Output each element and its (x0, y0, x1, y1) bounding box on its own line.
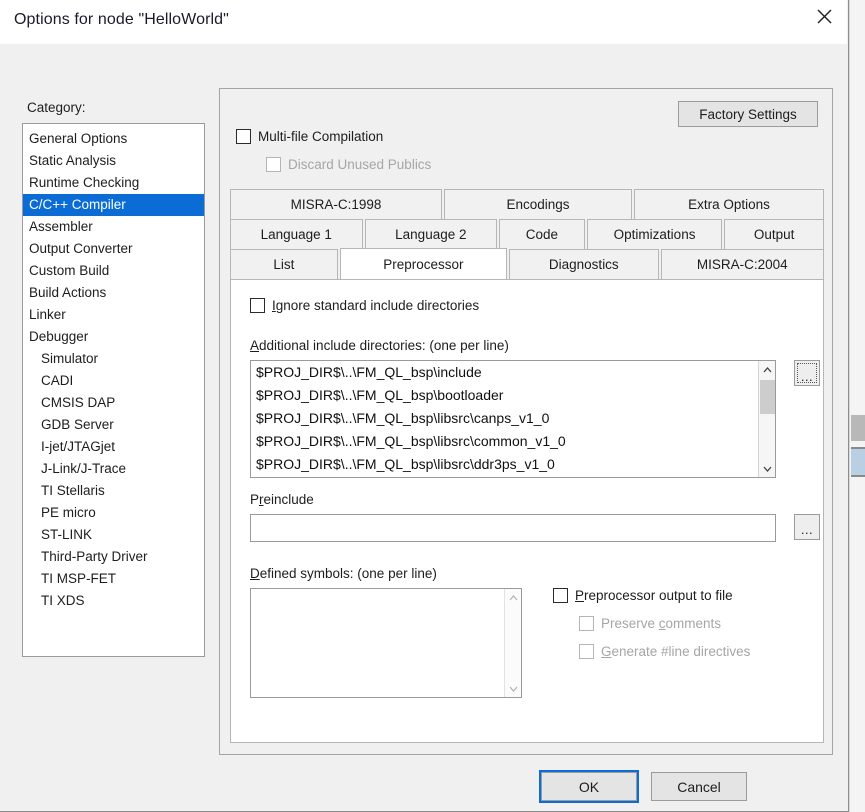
preinclude-label: Preinclude (250, 492, 314, 507)
multi-file-compilation-checkbox[interactable] (236, 129, 251, 144)
generate-line-directives-row: Generate #line directives (579, 644, 750, 659)
tab-encodings[interactable]: Encodings (444, 189, 632, 219)
sidebar-item-pe-micro[interactable]: PE micro (23, 502, 204, 524)
discard-unused-publics-checkbox (266, 157, 281, 172)
tab-language-1[interactable]: Language 1 (230, 219, 363, 249)
preserve-comments-checkbox (579, 616, 594, 631)
preprocessor-output-to-file-row[interactable]: Preprocessor output to file (553, 588, 733, 603)
sidebar-item-ti-stellaris[interactable]: TI Stellaris (23, 480, 204, 502)
include-list-scrollbar[interactable] (758, 361, 775, 477)
sidebar-item-runtime-checking[interactable]: Runtime Checking (23, 172, 204, 194)
additional-include-directories-label: Additional include directories: (one per… (250, 338, 509, 353)
sidebar-item-st-link[interactable]: ST-LINK (23, 524, 204, 546)
sidebar-item-assembler[interactable]: Assembler (23, 216, 204, 238)
background-scrollbar-highlight[interactable] (851, 447, 865, 477)
multi-file-compilation-label: Multi-file Compilation (258, 129, 384, 144)
preinclude-field-wrapper[interactable] (250, 514, 776, 542)
sidebar-item-custom-build[interactable]: Custom Build (23, 260, 204, 282)
additional-include-directories-listbox[interactable]: $PROJ_DIR$\..\FM_QL_bsp\include $PROJ_DIR… (250, 360, 776, 478)
defined-symbols-scrollbar[interactable] (504, 589, 521, 697)
sidebar-item-third-party-driver[interactable]: Third-Party Driver (23, 546, 204, 568)
sidebar-item-gdb-server[interactable]: GDB Server (23, 414, 204, 436)
browse-include-directories-button[interactable]: ... (794, 360, 820, 386)
generate-line-directives-checkbox (579, 644, 594, 659)
sidebar-item-static-analysis[interactable]: Static Analysis (23, 150, 204, 172)
tab-row-2: Language 1 Language 2 Code Optimizations Out… (230, 219, 824, 249)
include-list-scrollbar-thumb[interactable] (760, 380, 775, 414)
preprocessor-output-to-file-label: Preprocessor output to file (575, 588, 733, 603)
browse-focus-rect: ... (797, 363, 817, 383)
factory-settings-button[interactable]: Factory Settings (678, 101, 818, 127)
category-label: Category: (27, 100, 86, 115)
tab-misra-c-2004[interactable]: MISRA-C:2004 (660, 249, 824, 279)
ok-button[interactable]: OK (539, 770, 639, 803)
defined-symbols-label: Defined symbols: (one per line) (250, 566, 437, 581)
cancel-button[interactable]: Cancel (651, 772, 747, 801)
preserve-comments-label: Preserve comments (601, 616, 722, 631)
ignore-standard-includes-checkbox[interactable] (250, 298, 265, 313)
sidebar-item-output-converter[interactable]: Output Converter (23, 238, 204, 260)
sidebar-item-ti-xds[interactable]: TI XDS (23, 590, 204, 612)
category-listbox[interactable]: General Options Static Analysis Runtime Ch… (22, 123, 205, 657)
browse-preinclude-button[interactable]: ... (794, 514, 820, 540)
ignore-standard-includes-clip: Ignore standard include directories (250, 298, 522, 318)
sidebar-item-i-jet-jtagjet[interactable]: I-jet/JTAGjet (23, 436, 204, 458)
tab-misra-c-1998[interactable]: MISRA-C:1998 (230, 189, 442, 219)
options-dialog: Options for node "HelloWorld" Category: … (0, 0, 849, 812)
close-button[interactable] (801, 0, 847, 32)
chevron-down-icon[interactable] (759, 460, 775, 477)
include-directories-lines: $PROJ_DIR$\..\FM_QL_bsp\include $PROJ_DIR… (251, 361, 775, 476)
sidebar-item-simulator[interactable]: Simulator (23, 348, 204, 370)
chevron-up-icon[interactable] (505, 589, 521, 606)
tab-row-3: List Preprocessor Diagnostics MISRA-C:2004 (230, 248, 824, 279)
chevron-down-icon[interactable] (505, 680, 521, 697)
tab-output[interactable]: Output (724, 219, 824, 249)
ignore-standard-includes-row[interactable]: Ignore standard include directories (250, 298, 479, 313)
tab-preprocessor[interactable]: Preprocessor (339, 248, 508, 279)
defined-symbols-textarea[interactable] (250, 588, 522, 698)
discard-unused-publics-checkbox-row: Discard Unused Publics (266, 157, 431, 172)
sidebar-item-linker[interactable]: Linker (23, 304, 204, 326)
sidebar-item-j-link-j-trace[interactable]: J-Link/J-Trace (23, 458, 204, 480)
tab-row-1: MISRA-C:1998 Encodings Extra Options (230, 189, 824, 219)
tab-code[interactable]: Code (499, 219, 585, 249)
sidebar-item-c-c-compiler[interactable]: C/C++ Compiler (23, 194, 204, 216)
sidebar-item-ti-msp-fet[interactable]: TI MSP-FET (23, 568, 204, 590)
preprocessor-output-to-file-checkbox[interactable] (553, 588, 568, 603)
tab-optimizations[interactable]: Optimizations (586, 219, 723, 249)
sidebar-item-build-actions[interactable]: Build Actions (23, 282, 204, 304)
sidebar-item-debugger[interactable]: Debugger (23, 326, 204, 348)
multi-file-compilation-checkbox-row[interactable]: Multi-file Compilation (236, 129, 383, 144)
close-icon (817, 9, 832, 24)
dialog-titlebar[interactable]: Options for node "HelloWorld" (0, 0, 847, 44)
tab-extra-options[interactable]: Extra Options (634, 189, 824, 219)
sidebar-item-cadi[interactable]: CADI (23, 370, 204, 392)
include-directory-line[interactable]: $PROJ_DIR$\..\FM_QL_bsp\libsrc\canps_v1_… (251, 407, 775, 430)
ellipsis-icon: ... (800, 369, 814, 384)
discard-unused-publics-label: Discard Unused Publics (288, 157, 432, 172)
background-scrollbar-thumb[interactable] (851, 415, 865, 441)
preprocessor-tab-page: Ignore standard include directories Addi… (230, 279, 824, 743)
sidebar-item-general-options[interactable]: General Options (23, 128, 204, 150)
sidebar-item-cmsis-dap[interactable]: CMSIS DAP (23, 392, 204, 414)
preinclude-input[interactable] (251, 515, 775, 541)
include-directory-line[interactable]: $PROJ_DIR$\..\FM_QL_bsp\include (251, 361, 775, 384)
generate-line-directives-label: Generate #line directives (601, 644, 751, 659)
ellipsis-icon: ... (800, 522, 814, 537)
include-directory-line[interactable]: $PROJ_DIR$\..\FM_QL_bsp\libsrc\ddr3ps_v1… (251, 453, 775, 476)
background-window-strip (849, 0, 865, 812)
include-directory-line[interactable]: $PROJ_DIR$\..\FM_QL_bsp\bootloader (251, 384, 775, 407)
options-panel: Factory Settings Multi-file Compilation … (219, 88, 833, 755)
tab-strip: MISRA-C:1998 Encodings Extra Options Langua… (230, 189, 824, 279)
chevron-up-icon[interactable] (759, 361, 775, 378)
tab-language-2[interactable]: Language 2 (364, 219, 498, 249)
include-directory-line[interactable]: $PROJ_DIR$\..\FM_QL_bsp\libsrc\common_v1… (251, 430, 775, 453)
dialog-title: Options for node "HelloWorld" (14, 11, 229, 28)
tab-diagnostics[interactable]: Diagnostics (509, 249, 659, 279)
ignore-standard-includes-label: Ignore standard include directories (272, 298, 480, 313)
preserve-comments-row: Preserve comments (579, 616, 721, 631)
tab-list[interactable]: List (230, 249, 338, 279)
